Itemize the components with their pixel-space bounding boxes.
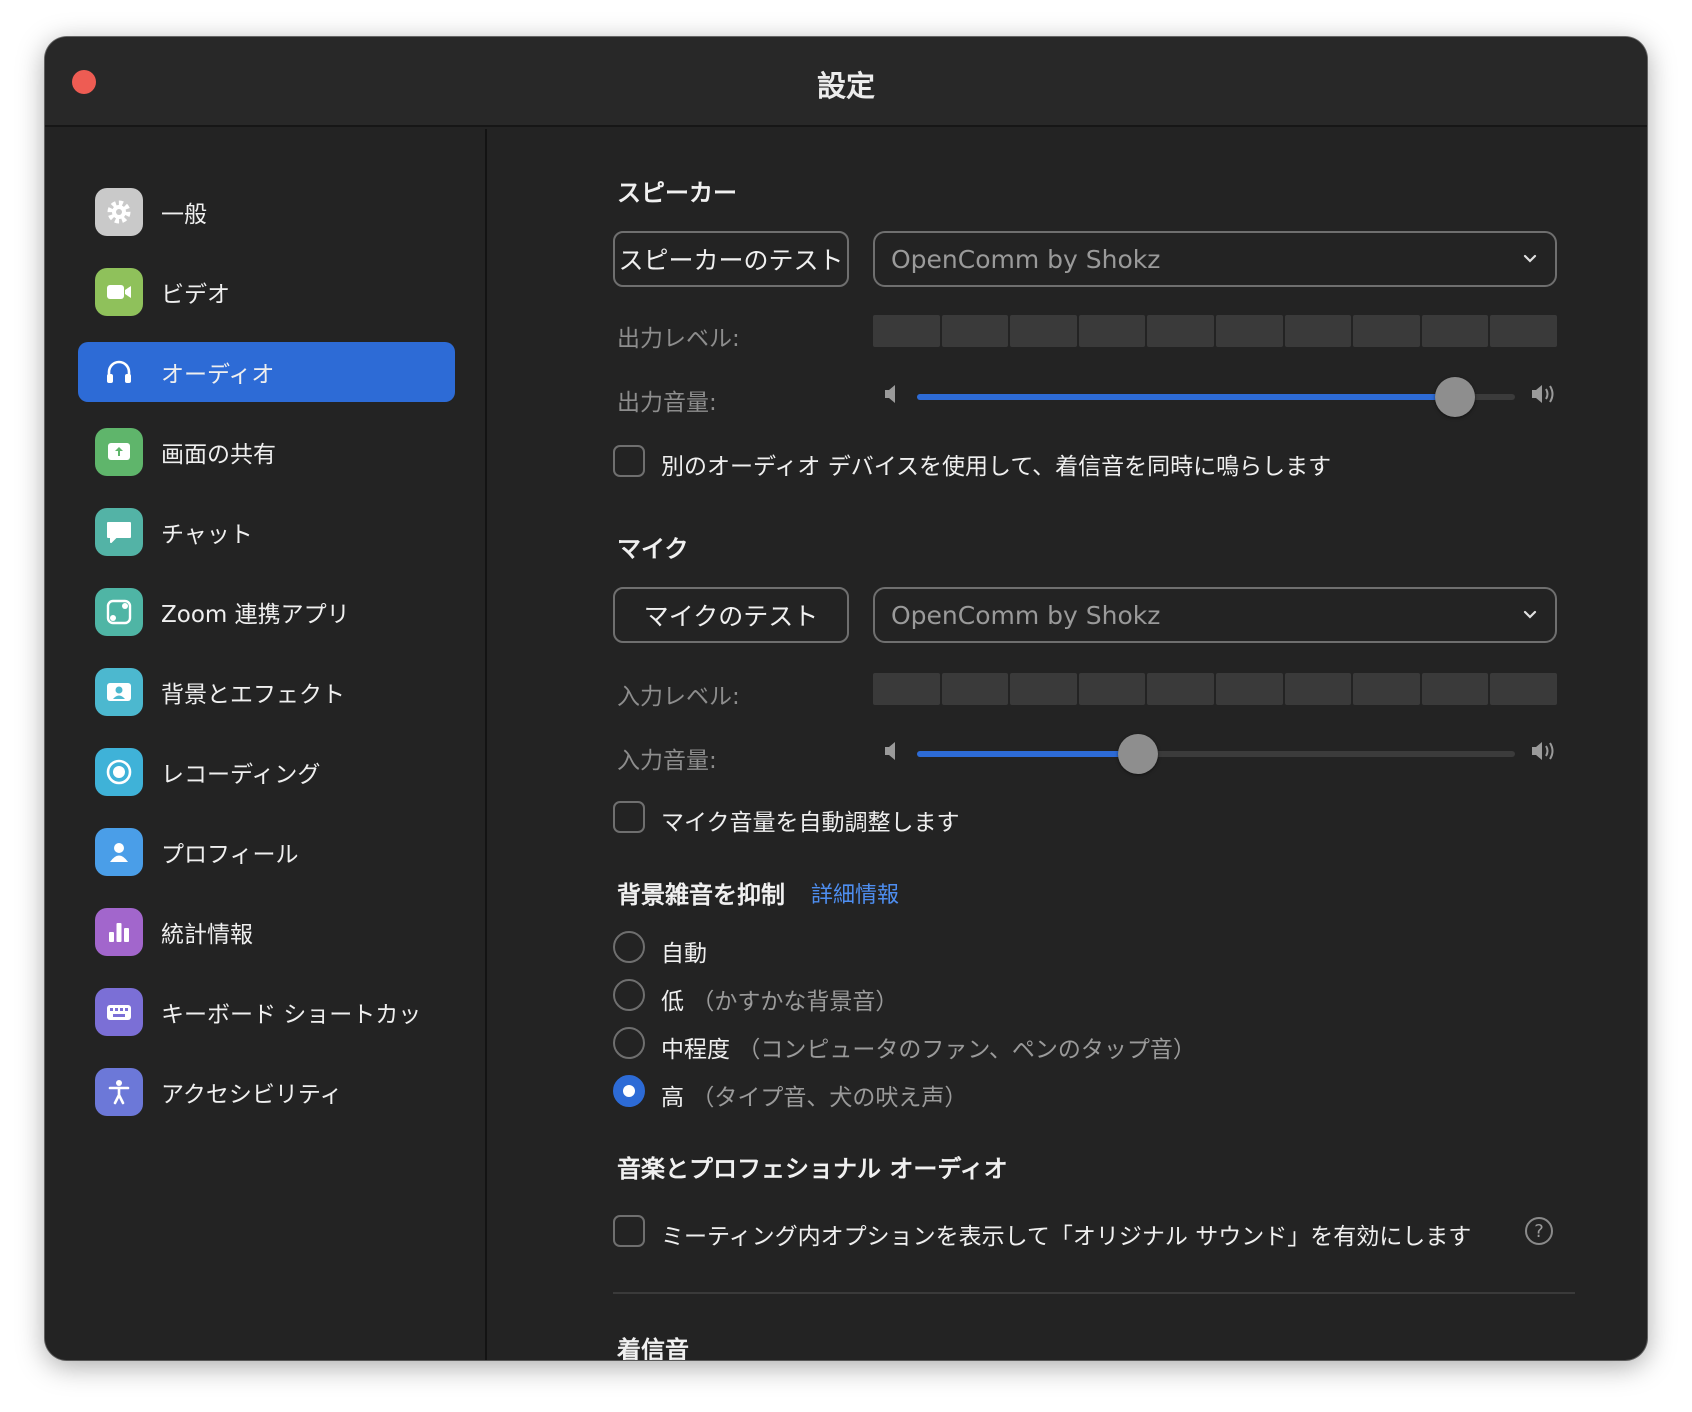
mic-device-select[interactable]: OpenComm by Shokz	[873, 587, 1557, 643]
chevron-down-icon	[1523, 254, 1537, 263]
speaker-section-title: スピーカー	[617, 179, 737, 207]
input-level-label: 入力レベル:	[617, 684, 740, 710]
sidebar-item-label: 画面の共有	[161, 442, 276, 468]
noise-radio-medium[interactable]	[613, 1027, 645, 1059]
sidebar-item-recording[interactable]: レコーディング	[78, 742, 455, 802]
volume-low-icon	[885, 385, 895, 403]
gear-icon	[95, 188, 143, 236]
help-icon[interactable]: ?	[1525, 1217, 1553, 1245]
background-person-icon	[95, 668, 143, 716]
sidebar-item-label: レコーディング	[161, 762, 321, 788]
test-speaker-button[interactable]: スピーカーのテスト	[613, 231, 849, 287]
sidebar-item-general[interactable]: 一般	[78, 182, 455, 242]
sidebar-item-keyboard-shortcuts[interactable]: キーボード ショートカッ	[78, 982, 455, 1042]
sidebar-item-label: 背景とエフェクト	[161, 682, 345, 708]
sidebar-item-label: 一般	[161, 202, 207, 228]
mic-device-value: OpenComm by Shokz	[891, 600, 1161, 630]
output-volume-fill	[917, 394, 1456, 400]
speaker-device-select[interactable]: OpenComm by Shokz	[873, 231, 1557, 287]
window-title: 設定	[816, 69, 875, 103]
noise-option-low: 低 （かすかな背景音）	[661, 989, 899, 1015]
noise-option-medium: 中程度 （コンピュータのファン、ペンのタップ音）	[661, 1037, 1196, 1063]
ring-simultaneously-label: 別のオーディオ デバイスを使用して、着信音を同時に鳴らします	[661, 454, 1332, 480]
input-volume-fill	[917, 751, 1139, 757]
output-volume-label: 出力音量:	[617, 390, 717, 416]
speaker-device-value: OpenComm by Shokz	[891, 244, 1161, 274]
input-volume-thumb[interactable]	[1118, 734, 1159, 774]
share-screen-icon	[95, 428, 143, 476]
sidebar-item-label: キーボード ショートカッ	[161, 1002, 422, 1028]
ringtone-section-title: 着信音	[617, 1336, 689, 1360]
sidebar-item-background-effects[interactable]: 背景とエフェクト	[78, 662, 455, 722]
input-volume-slider[interactable]	[917, 734, 1515, 774]
mic-section-title: マイク	[617, 535, 689, 563]
original-sound-checkbox[interactable]	[613, 1215, 645, 1247]
sidebar-item-label: 統計情報	[161, 922, 253, 948]
record-icon	[95, 748, 143, 796]
sidebar-item-accessibility[interactable]: アクセシビリティ	[78, 1062, 455, 1122]
volume-high-icon	[1532, 385, 1554, 403]
sidebar-item-label: チャット	[161, 522, 253, 548]
noise-option-high: 高 （タイプ音、犬の吠え声）	[661, 1085, 968, 1111]
keyboard-icon	[95, 988, 143, 1036]
noise-radio-high[interactable]	[613, 1075, 645, 1107]
music-section-title: 音楽とプロフェショナル オーディオ	[617, 1155, 1008, 1183]
output-level-meter	[873, 315, 1557, 347]
sidebar-item-label: アクセシビリティ	[161, 1082, 343, 1108]
output-volume-slider[interactable]	[917, 377, 1515, 417]
sidebar-item-zoom-apps[interactable]: Zoom 連携アプリ	[78, 582, 455, 642]
audio-settings-panel: スピーカー スピーカーのテスト OpenComm by Shokz 出力レベル:…	[489, 129, 1647, 1360]
sidebar-item-label: Zoom 連携アプリ	[161, 602, 350, 628]
accessibility-icon	[95, 1068, 143, 1116]
sidebar: 一般 ビデオ オーディオ 画面の共有 チャット Zoom 連携アプリ 背景とエフ…	[45, 129, 487, 1360]
sidebar-item-label: プロフィール	[161, 842, 299, 868]
noise-suppression-title: 背景雑音を抑制	[617, 881, 785, 909]
original-sound-label: ミーティング内オプションを表示して「オリジナル サウンド」を有効にします	[661, 1224, 1472, 1250]
volume-high-icon	[1532, 742, 1554, 760]
apps-icon	[95, 588, 143, 636]
sidebar-item-audio[interactable]: オーディオ	[78, 342, 455, 402]
sidebar-item-chat[interactable]: チャット	[78, 502, 455, 562]
test-mic-button[interactable]: マイクのテスト	[613, 587, 849, 643]
sidebar-item-share-screen[interactable]: 画面の共有	[78, 422, 455, 482]
chat-bubble-icon	[95, 508, 143, 556]
noise-option-auto: 自動	[661, 941, 707, 967]
sidebar-item-label: ビデオ	[161, 282, 230, 308]
headphones-icon	[95, 348, 143, 396]
input-volume-label: 入力音量:	[617, 748, 717, 774]
section-divider	[613, 1292, 1575, 1294]
noise-radio-auto[interactable]	[613, 931, 645, 963]
profile-icon	[95, 828, 143, 876]
chevron-down-icon	[1523, 610, 1537, 619]
settings-window: 設定 一般 ビデオ オーディオ 画面の共有 チャット Zoom 連携アプリ 背景…	[45, 37, 1647, 1360]
sidebar-item-profile[interactable]: プロフィール	[78, 822, 455, 882]
sidebar-item-statistics[interactable]: 統計情報	[78, 902, 455, 962]
sidebar-item-video[interactable]: ビデオ	[78, 262, 455, 322]
bar-chart-icon	[95, 908, 143, 956]
auto-adjust-mic-label: マイク音量を自動調整します	[661, 810, 960, 836]
learn-more-link[interactable]: 詳細情報	[811, 877, 899, 909]
volume-low-icon	[885, 742, 895, 760]
auto-adjust-mic-checkbox[interactable]	[613, 801, 645, 833]
input-level-meter	[873, 673, 1557, 705]
video-camera-icon	[95, 268, 143, 316]
sidebar-item-label: オーディオ	[161, 362, 275, 388]
output-volume-thumb[interactable]	[1435, 377, 1476, 417]
title-bar: 設定	[45, 37, 1647, 127]
output-level-label: 出力レベル:	[617, 326, 740, 352]
noise-radio-low[interactable]	[613, 979, 645, 1011]
ring-simultaneously-checkbox[interactable]	[613, 445, 645, 477]
